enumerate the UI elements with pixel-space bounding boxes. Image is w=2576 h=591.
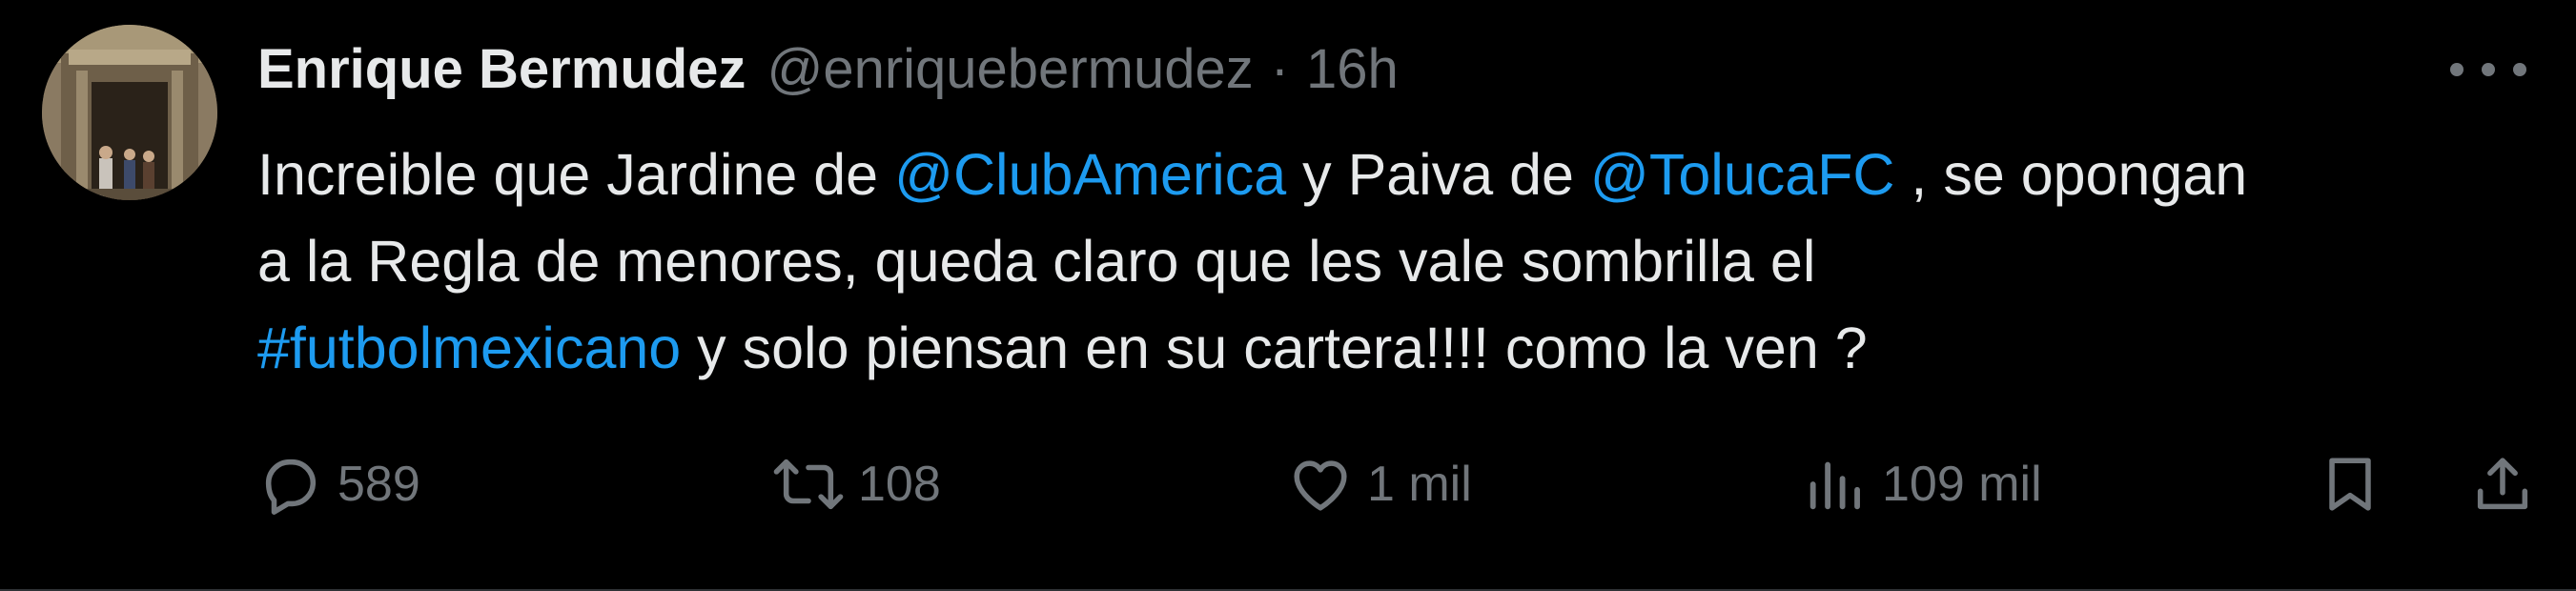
like-count: 1 mil [1367, 457, 1472, 512]
header-separator: · [1270, 38, 1290, 100]
tweet-text: Increible que Jardine de @ClubAmerica y … [257, 132, 2526, 392]
tweet-text-line: Increible que Jardine de @ClubAmerica y … [257, 132, 2526, 218]
like-button[interactable]: 1 mil [1287, 446, 1472, 522]
like-icon [1287, 451, 1354, 518]
mention-clubamerica[interactable]: @ClubAmerica [894, 142, 1286, 207]
tweet-text-line: a la Regla de menores, queda claro que l… [257, 218, 2526, 305]
views-button[interactable]: 109 mil [1802, 446, 2042, 522]
author-handle[interactable]: @enriquebermudez [767, 36, 1253, 103]
reply-button[interactable]: 589 [257, 446, 420, 522]
share-button[interactable] [2469, 446, 2536, 522]
tweet-timestamp[interactable]: 16h [1306, 36, 1399, 103]
text-segment: a la Regla de menores, queda claro que l… [257, 229, 1816, 294]
text-segment: y Paiva de [1286, 142, 1590, 207]
tweet-text-line: #futbolmexicano y solo piensan en su car… [257, 305, 2526, 392]
hashtag-futbolmexicano[interactable]: #futbolmexicano [257, 316, 681, 380]
tweet-card[interactable]: Enrique Bermudez @enriquebermudez · 16h … [0, 0, 2576, 591]
text-segment: , se opongan [1894, 142, 2248, 207]
avatar[interactable] [42, 25, 217, 200]
views-icon [1802, 451, 1869, 518]
text-segment: y solo piensan en su cartera!!!! como la… [681, 316, 1868, 380]
share-icon [2469, 451, 2536, 518]
mention-tolucafc[interactable]: @TolucaFC [1590, 142, 1895, 207]
more-dot [2513, 63, 2526, 76]
retweet-button[interactable]: 108 [772, 446, 941, 522]
retweet-count: 108 [858, 457, 941, 512]
views-count: 109 mil [1882, 457, 2042, 512]
retweet-icon [772, 451, 845, 518]
more-dot [2482, 63, 2495, 76]
bookmark-button[interactable] [2317, 446, 2383, 522]
reply-count: 589 [337, 457, 420, 512]
author-display-name[interactable]: Enrique Bermudez [257, 36, 746, 103]
bookmark-icon [2317, 451, 2383, 518]
more-icon[interactable] [2450, 46, 2526, 93]
text-segment: Increible que Jardine de [257, 142, 895, 207]
reply-icon [257, 451, 324, 518]
more-dot [2450, 63, 2464, 76]
tweet-header: Enrique Bermudez @enriquebermudez · 16h [257, 36, 1399, 103]
action-bar: 589 108 1 mil 109 mil [257, 446, 2528, 522]
